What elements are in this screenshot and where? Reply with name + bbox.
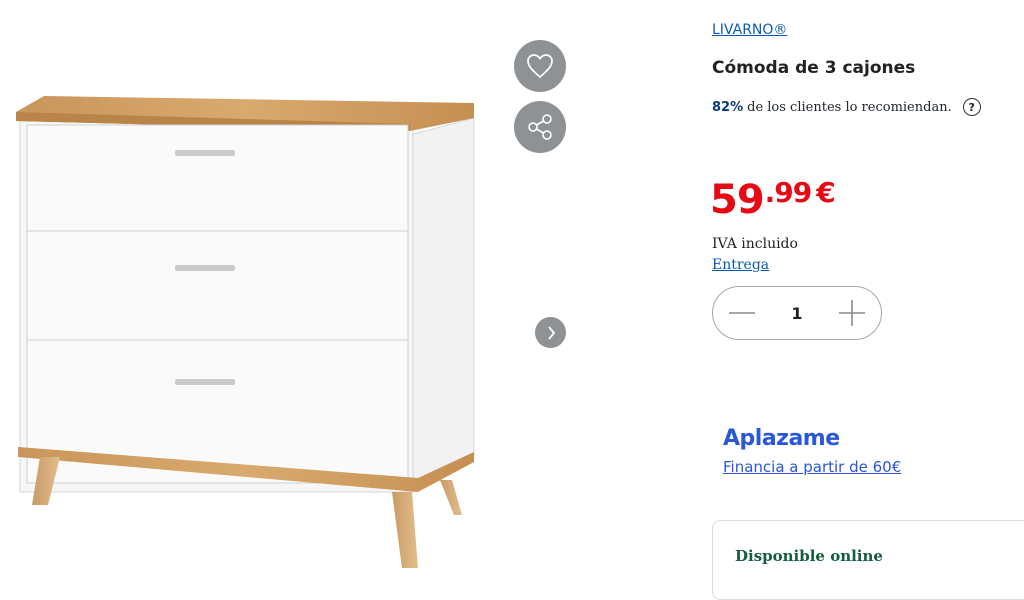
- availability-status: Disponible online: [735, 547, 883, 565]
- price: 59 .99 €: [710, 176, 836, 223]
- chevron-right-icon: [547, 325, 555, 340]
- share-icon: [528, 114, 552, 140]
- quantity-stepper: 1: [712, 286, 882, 340]
- price-currency: €: [816, 176, 836, 209]
- quantity-value[interactable]: 1: [791, 304, 802, 323]
- favorite-button[interactable]: [514, 40, 566, 92]
- recommend-percent: 82%: [712, 99, 744, 115]
- minus-icon: [729, 312, 755, 314]
- product-image[interactable]: [0, 0, 500, 576]
- share-button[interactable]: [514, 101, 566, 153]
- aplazame-logo: Aplazame: [723, 426, 840, 451]
- dresser-illustration: [16, 96, 475, 568]
- price-integer: 59: [710, 177, 765, 223]
- heart-icon: [527, 54, 553, 79]
- next-image-button[interactable]: [535, 317, 566, 348]
- recommendation-text: 82% de los clientes lo recomiendan. ?: [712, 98, 981, 116]
- plus-icon: [838, 300, 865, 326]
- increase-quantity-button[interactable]: [837, 298, 867, 328]
- availability-card: Disponible online: [712, 520, 1024, 600]
- delivery-link[interactable]: Entrega: [712, 257, 769, 273]
- help-icon[interactable]: ?: [962, 98, 981, 116]
- brand-link[interactable]: LIVARNO®: [712, 22, 787, 38]
- financing-link[interactable]: Financia a partir de 60€: [723, 458, 901, 476]
- recommend-label: de los clientes lo recomiendan.: [747, 99, 952, 115]
- product-title: Cómoda de 3 cajones: [712, 58, 916, 78]
- decrease-quantity-button[interactable]: [727, 298, 757, 328]
- vat-info: IVA incluido: [712, 236, 798, 252]
- price-decimal: .99: [764, 176, 813, 209]
